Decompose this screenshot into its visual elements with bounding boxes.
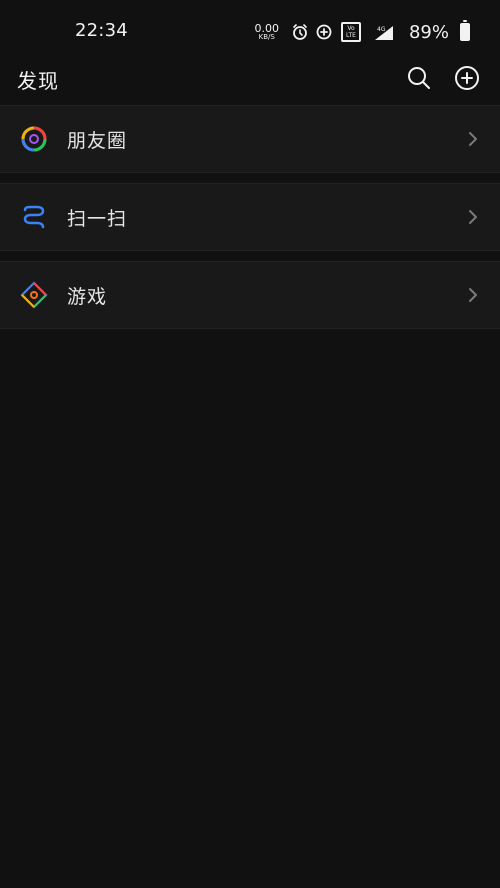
alarm-icon [291,23,309,41]
menu-item-moments[interactable]: 朋友圈 [0,106,500,172]
app-header: 发现 [0,52,500,104]
menu-label-scan: 扫一扫 [67,207,128,230]
search-button[interactable] [405,64,433,92]
scan-icon [19,202,49,232]
svg-text:4G: 4G [377,26,386,33]
discover-menu-list: 朋友圈 扫一扫 游戏 [0,105,500,339]
moments-icon [19,124,49,154]
network-speed: 0.00 KB/S [254,23,279,41]
battery-percentage: 89% [408,21,449,43]
menu-group-moments: 朋友圈 [0,105,500,173]
search-icon [408,67,430,89]
data-saver-icon [315,23,333,41]
volte-indicator: Vo LTE [340,22,361,42]
chevron-right-icon [466,286,480,304]
menu-label-moments: 朋友圈 [67,129,128,152]
menu-group-games: 游戏 [0,261,500,329]
page-title: 发现 [17,69,59,93]
menu-item-games[interactable]: 游戏 [0,262,500,328]
menu-label-games: 游戏 [67,285,108,308]
menu-item-scan[interactable]: 扫一扫 [0,184,500,250]
menu-group-scan: 扫一扫 [0,183,500,251]
chevron-right-icon [466,208,480,226]
add-circle-icon [455,66,479,90]
status-time: 22:34 [75,20,128,41]
games-icon [19,280,49,310]
signal-strength-icon: 4G [371,23,395,41]
network-speed-unit: KB/S [258,33,275,41]
chevron-right-icon [466,130,480,148]
status-bar: 22:34 0.00 KB/S Vo LTE 4G 89% [0,0,500,52]
volte-top-text: Vo [347,25,355,32]
status-icons: 0.00 KB/S Vo LTE 4G 89% [254,18,470,46]
battery-icon [460,20,470,41]
add-button[interactable] [453,64,481,92]
volte-bottom-text: LTE [345,32,356,39]
